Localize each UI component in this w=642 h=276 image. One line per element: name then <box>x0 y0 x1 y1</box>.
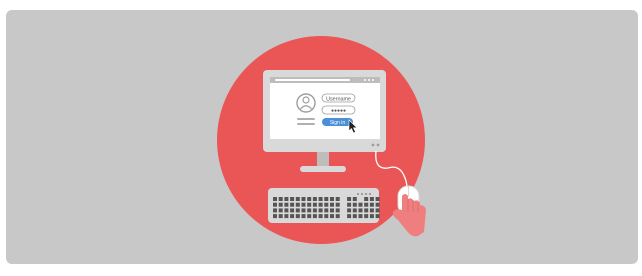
keyboard-key <box>369 197 374 201</box>
keyboard-key <box>347 202 352 207</box>
window-control-dots-icon <box>364 79 374 81</box>
keyboard-key <box>273 197 277 201</box>
keyboard-key <box>352 202 357 207</box>
keyboard-key <box>352 197 357 201</box>
keyboard-key <box>330 197 334 201</box>
keyboard-key <box>324 197 329 201</box>
keyboard-key <box>307 197 312 201</box>
keyboard-key <box>358 202 363 207</box>
keyboard-key <box>318 202 323 207</box>
keyboard-key <box>375 202 380 207</box>
keyboard-key <box>347 214 352 219</box>
keyboard-key <box>278 208 283 213</box>
keyboard-key <box>273 202 277 207</box>
keyboard-key <box>364 202 369 207</box>
keyboard-key <box>318 208 323 213</box>
keyboard-key <box>347 197 352 201</box>
keyboard-key <box>335 208 340 213</box>
keyboard-key <box>364 214 369 219</box>
computer-login-illustration: Username ●●●●● Sign in <box>217 36 426 244</box>
keyboard-key <box>290 202 295 207</box>
keyboard-key <box>364 208 369 213</box>
keyboard-key <box>375 208 380 213</box>
keyboard-key <box>290 197 295 201</box>
keyboard-key <box>330 202 334 207</box>
keyboard-key <box>273 214 277 219</box>
keyboard-key <box>290 208 295 213</box>
keyboard-key <box>307 202 312 207</box>
keyboard-key <box>312 197 317 201</box>
keyboard-key <box>364 197 369 201</box>
keyboard-key <box>278 214 283 219</box>
keyboard-key <box>358 214 363 219</box>
keyboard-key <box>369 202 374 207</box>
keyboard-key <box>284 197 289 201</box>
keyboard-key <box>335 202 340 207</box>
keyboard-key <box>278 202 283 207</box>
keyboard-key <box>324 214 329 219</box>
keyboard-key <box>330 208 334 213</box>
keyboard-key <box>318 214 323 219</box>
keyboard-key <box>273 208 277 213</box>
keyboard-key <box>284 214 289 219</box>
keyboard-key <box>347 208 352 213</box>
keyboard-key <box>295 208 300 213</box>
signin-label: Sign in <box>330 120 346 126</box>
keyboard-key <box>375 197 380 201</box>
keyboard-key <box>312 208 317 213</box>
keyboard-key <box>278 197 283 201</box>
keyboard-key <box>290 214 295 219</box>
keyboard-key <box>301 214 306 219</box>
keyboard-key <box>301 208 306 213</box>
keyboard-key <box>307 208 312 213</box>
keyboard-key <box>284 208 289 213</box>
keyboard-key <box>375 214 380 219</box>
keyboard-key <box>358 208 363 213</box>
keyboard-key <box>369 214 374 219</box>
keyboard-key <box>335 214 340 219</box>
keyboard-key <box>352 214 357 219</box>
password-mask: ●●●●● <box>331 108 346 114</box>
keyboard-key <box>301 202 306 207</box>
keyboard-key <box>295 197 300 201</box>
username-label: Username <box>326 96 351 102</box>
keyboard-key <box>330 214 334 219</box>
keyboard-key <box>324 202 329 207</box>
keyboard-key <box>352 208 357 213</box>
keyboard-key <box>295 202 300 207</box>
keyboard-key <box>312 202 317 207</box>
keyboard <box>268 188 380 223</box>
keyboard-key <box>312 214 317 219</box>
keyboard-key <box>324 208 329 213</box>
keyboard-key <box>295 214 300 219</box>
keyboard-key <box>318 197 323 201</box>
keyboard-key <box>307 214 312 219</box>
keyboard-key <box>335 197 340 201</box>
keyboard-key <box>301 197 306 201</box>
keyboard-key <box>369 208 374 213</box>
keyboard-key <box>284 202 289 207</box>
